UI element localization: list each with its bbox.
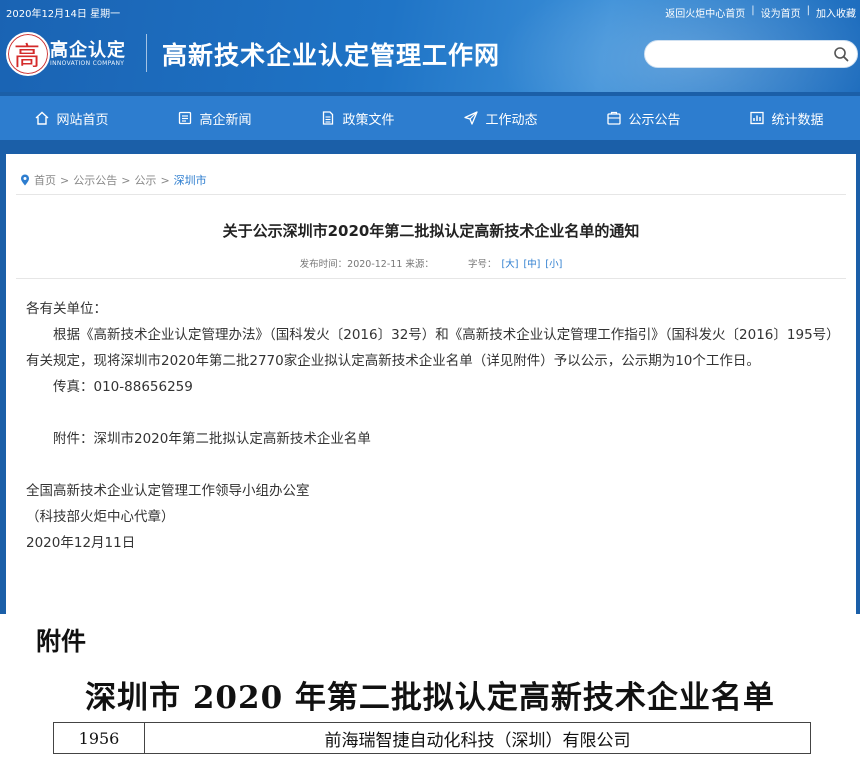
location-pin-icon [21,174,29,186]
site-header: 2020年12月14日 星期一 返回火炬中心首页 | 设为首页 | 加入收藏 高… [0,0,860,92]
site-logo[interactable]: 高 高企认定 INNOVATION COMPANY [6,32,138,76]
fax-line: 传真：010-88656259 [53,379,193,395]
article-title: 关于公示深圳市2020年第二批拟认定高新技术企业名单的通知 [222,222,640,240]
font-size-large-button[interactable]: [大] [502,259,519,270]
logo-text: 高企认定 [50,40,126,61]
article-body: 各有关单位： 根据《高新技术企业认定管理办法》（国科发火〔2016〕32号）和《… [26,296,838,556]
signature-date: 2020年12月11日 [26,535,136,551]
nav-item-home[interactable]: 网站首页 [0,96,143,140]
attachment-title: 深圳市 2020 年第二批拟认定高新技术企业名单 [85,680,775,716]
separator: | [806,5,810,16]
logo-subtext: INNOVATION COMPANY [50,60,125,67]
top-links: 返回火炬中心首页 | 设为首页 | 加入收藏 [665,5,856,20]
attachment-link[interactable]: 附件：深圳市2020年第二批拟认定高新技术企业名单 [26,426,838,452]
breadcrumb-separator: > [160,173,170,187]
send-icon [464,111,479,125]
nav-label: 政策文件 [342,112,395,128]
nav-label: 工作动态 [485,112,538,128]
nav-item-news[interactable]: 高企新闻 [143,96,286,140]
signature-org: 全国高新技术企业认定管理工作领导小组办公室 [26,483,310,499]
divider [16,278,846,279]
main-nav: 网站首页 高企新闻 政策文件 工作动态 公示公告 统计数据 [0,96,860,140]
company-name: 前海瑞智捷自动化科技（深圳）有限公司 [324,730,631,751]
current-date: 2020年12月14日 星期一 [6,9,121,20]
attachment-label: 附件 [36,627,87,656]
notice-icon [607,111,622,125]
logo-mark: 高 [14,42,41,72]
back-to-torch-center-link[interactable]: 返回火炬中心首页 [665,5,745,20]
breadcrumb: 首页 > 公示公告 > 公示 > 深圳市 [20,172,207,188]
row-number: 1956 [54,723,145,753]
nav-item-work-news[interactable]: 工作动态 [429,96,572,140]
nav-label: 网站首页 [56,112,109,128]
font-size-medium-button[interactable]: [中] [523,259,540,270]
nav-label: 统计数据 [771,112,824,128]
search-box [644,40,858,68]
chart-icon [750,111,765,125]
logo-divider [146,34,147,72]
divider [16,194,846,195]
font-size-label: 字号： [467,259,497,270]
breadcrumb-home[interactable]: 首页 [34,172,56,188]
breadcrumb-separator: > [121,173,131,187]
breadcrumb-current[interactable]: 深圳市 [174,172,207,188]
document-icon [323,111,334,125]
search-input[interactable] [657,45,831,65]
search-icon[interactable] [833,46,849,62]
site-title: 高新技术企业认定管理工作网 [162,41,501,70]
breadcrumb-notices[interactable]: 公示公告 [73,172,117,188]
top-bar: 2020年12月14日 星期一 返回火炬中心首页 | 设为首页 | 加入收藏 [0,0,860,24]
table-row: 1956 前海瑞智捷自动化科技（深圳）有限公司 [53,722,811,754]
breadcrumb-publicity[interactable]: 公示 [134,172,156,188]
nav-item-notices[interactable]: 公示公告 [572,96,715,140]
nav-item-policy[interactable]: 政策文件 [286,96,429,140]
nav-label: 高企新闻 [199,112,252,128]
nav-label: 公示公告 [628,112,681,128]
add-favorite-link[interactable]: 加入收藏 [816,5,856,20]
separator: | [751,5,755,16]
salutation: 各有关单位： [26,301,107,317]
publish-info: 发布时间：2020-12-11 来源： [299,259,434,270]
breadcrumb-separator: > [60,173,70,187]
set-homepage-link[interactable]: 设为首页 [761,5,801,20]
attachment-image: 附件 深圳市 2020 年第二批拟认定高新技术企业名单 1956 前海瑞智捷自动… [0,614,860,757]
article-panel: 首页 > 公示公告 > 公示 > 深圳市 关于公示深圳市2020年第二批拟认定高… [6,154,856,674]
news-icon [179,111,192,125]
home-icon [36,111,49,125]
nav-item-statistics[interactable]: 统计数据 [715,96,858,140]
signature-note: （科技部火炬中心代章） [26,509,175,525]
font-size-small-button[interactable]: [小] [545,259,562,270]
main-paragraph: 根据《高新技术企业认定管理办法》（国科发火〔2016〕32号）和《高新技术企业认… [26,327,833,369]
article-meta: 发布时间：2020-12-11 来源： 字号： [大] [中] [小] [6,256,856,270]
